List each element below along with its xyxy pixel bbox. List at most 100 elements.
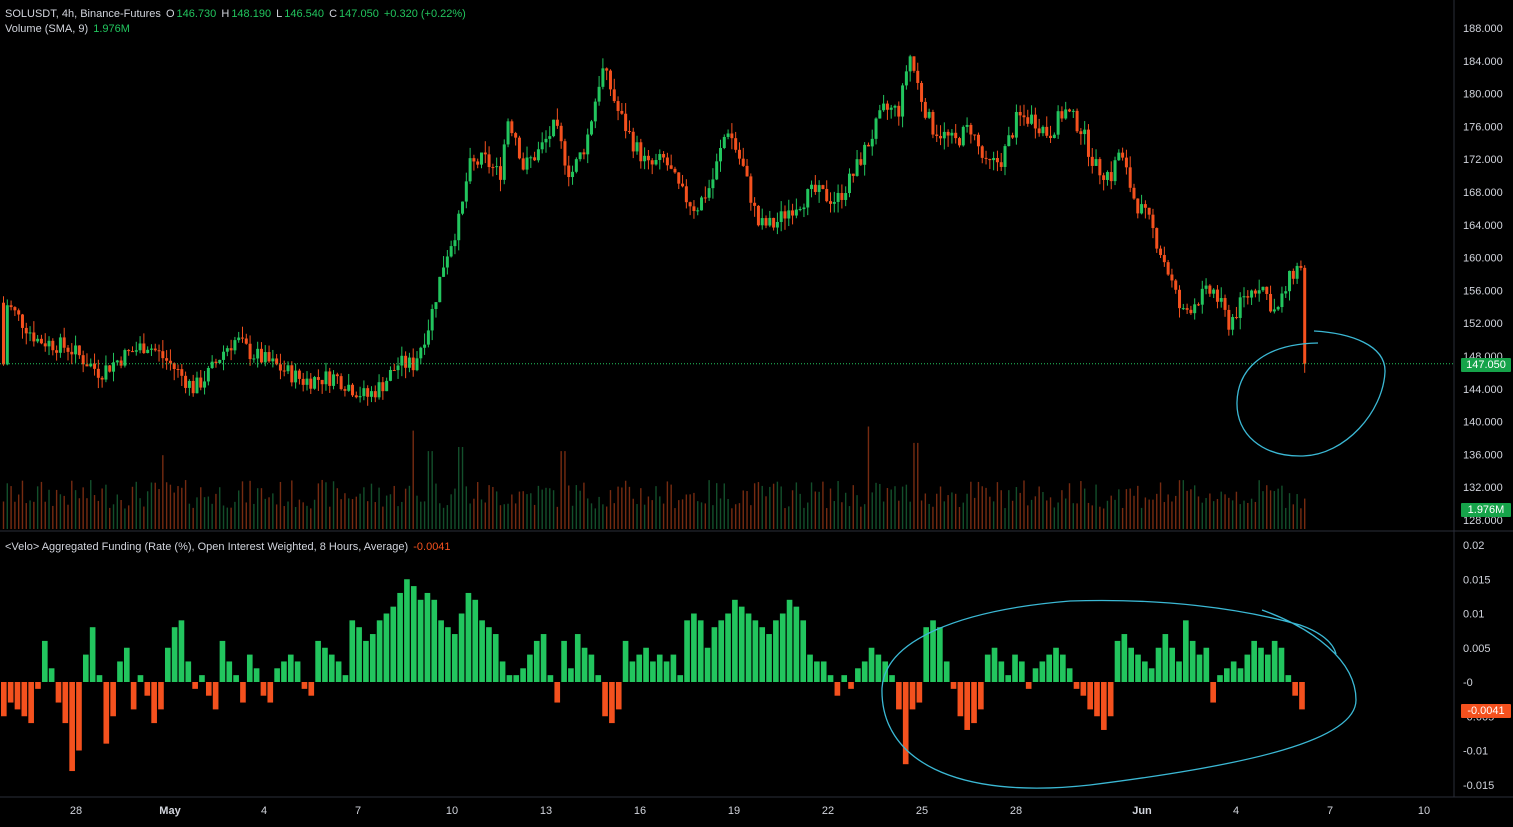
candle-body bbox=[908, 56, 912, 72]
candle-body bbox=[859, 159, 863, 165]
funding-bar bbox=[1053, 647, 1059, 682]
volume-bar bbox=[992, 501, 995, 529]
volume-indicator-label[interactable]: Volume (SMA, 9) bbox=[5, 23, 88, 35]
candle-body bbox=[210, 361, 214, 368]
funding-bar bbox=[752, 620, 759, 682]
funding-bar bbox=[41, 640, 48, 682]
volume-bar bbox=[1235, 491, 1238, 529]
volume-bar bbox=[230, 507, 232, 529]
volume-bar bbox=[962, 502, 964, 529]
funding-bar bbox=[889, 675, 895, 682]
volume-bar bbox=[1030, 499, 1033, 529]
funding-bar bbox=[574, 634, 581, 682]
candle-body bbox=[1143, 204, 1147, 208]
funding-bar bbox=[868, 647, 875, 682]
candle-body bbox=[1212, 289, 1216, 294]
funding-tick-label: -0.015 bbox=[1463, 780, 1494, 792]
volume-bar bbox=[52, 505, 54, 529]
candle-body bbox=[127, 350, 131, 352]
funding-bar bbox=[48, 668, 55, 682]
candle-body bbox=[567, 165, 571, 178]
volume-bar bbox=[1186, 490, 1188, 529]
volume-bar bbox=[310, 508, 312, 529]
funding-bar bbox=[492, 634, 499, 682]
volume-bar bbox=[871, 492, 873, 529]
candle-body bbox=[946, 131, 950, 136]
candle-body bbox=[939, 135, 943, 139]
candle-body bbox=[521, 158, 525, 170]
candle-body bbox=[168, 360, 172, 364]
volume-bar bbox=[1072, 503, 1074, 529]
candle-body bbox=[893, 105, 897, 108]
volume-bar bbox=[1239, 504, 1241, 529]
funding-bar bbox=[848, 682, 854, 689]
candle-body bbox=[1041, 126, 1045, 134]
candle-body bbox=[153, 348, 157, 351]
candle-body bbox=[392, 370, 396, 372]
volume-bar bbox=[587, 498, 589, 529]
funding-bar bbox=[397, 592, 403, 682]
volume-bar bbox=[222, 505, 225, 529]
volume-bar bbox=[71, 480, 73, 529]
volume-bar bbox=[1121, 507, 1124, 529]
volume-bar bbox=[719, 498, 722, 529]
volume-bar bbox=[575, 485, 578, 529]
candle-body bbox=[134, 350, 138, 352]
symbol-label[interactable]: SOLUSDT, 4h, Binance-Futures bbox=[5, 8, 161, 20]
volume-bar bbox=[6, 483, 8, 529]
candle-body bbox=[195, 377, 199, 394]
volume-bar bbox=[583, 482, 585, 529]
funding-bar bbox=[971, 682, 977, 724]
time-tick-label: 10 bbox=[446, 805, 458, 817]
candle-body bbox=[28, 332, 32, 334]
funding-bar bbox=[1217, 675, 1223, 682]
candle-body bbox=[442, 267, 446, 277]
volume-bar bbox=[112, 504, 115, 529]
price-tick-label: 160.000 bbox=[1463, 253, 1503, 265]
volume-bar bbox=[807, 502, 809, 529]
volume-bar bbox=[44, 501, 46, 529]
candle-body bbox=[430, 309, 434, 331]
time-tick-label: Jun bbox=[1132, 805, 1152, 817]
candle-body bbox=[244, 338, 248, 344]
candle-body bbox=[870, 138, 874, 147]
volume-bar bbox=[1129, 488, 1131, 529]
volume-bar bbox=[1288, 493, 1291, 529]
volume-bar bbox=[1046, 500, 1048, 529]
candle-body bbox=[1068, 109, 1072, 112]
volume-bar bbox=[1292, 504, 1295, 529]
volume-bar bbox=[1231, 500, 1234, 529]
funding-bar bbox=[533, 640, 540, 682]
candle-body bbox=[684, 186, 688, 203]
volume-bar bbox=[860, 506, 862, 529]
funding-bar bbox=[568, 668, 574, 682]
candle-body bbox=[43, 343, 47, 347]
volume-bar bbox=[442, 507, 445, 529]
volume-bar bbox=[734, 504, 737, 529]
candle-body bbox=[927, 111, 931, 118]
candle-body bbox=[1219, 298, 1223, 302]
candle-body bbox=[1075, 110, 1079, 132]
candle-body bbox=[995, 158, 999, 163]
funding-bar bbox=[615, 682, 622, 710]
candle-body bbox=[1003, 146, 1007, 167]
funding-bar bbox=[1278, 647, 1285, 682]
volume-bar bbox=[981, 486, 983, 529]
candle-body bbox=[165, 358, 169, 361]
volume-bar bbox=[662, 503, 665, 529]
candle-body bbox=[874, 118, 878, 139]
funding-bar bbox=[759, 627, 766, 682]
chart-canvas[interactable]: 188.000 184.000 180.000 176.000 172.000 168.0… bbox=[0, 0, 1513, 827]
volume-bar bbox=[127, 505, 130, 529]
funding-bar bbox=[465, 592, 472, 682]
candle-body bbox=[32, 332, 36, 342]
funding-bar bbox=[486, 627, 492, 682]
funding-bar bbox=[643, 647, 649, 682]
candle-body bbox=[980, 146, 984, 158]
candle-body bbox=[847, 173, 851, 194]
candle-body bbox=[1140, 204, 1144, 214]
candle-body bbox=[794, 209, 798, 216]
volume-tag: 1.976M bbox=[1461, 503, 1511, 517]
funding-indicator-label[interactable]: <Velo> Aggregated Funding (Rate (%), Ope… bbox=[5, 541, 408, 553]
funding-bar bbox=[704, 647, 711, 682]
